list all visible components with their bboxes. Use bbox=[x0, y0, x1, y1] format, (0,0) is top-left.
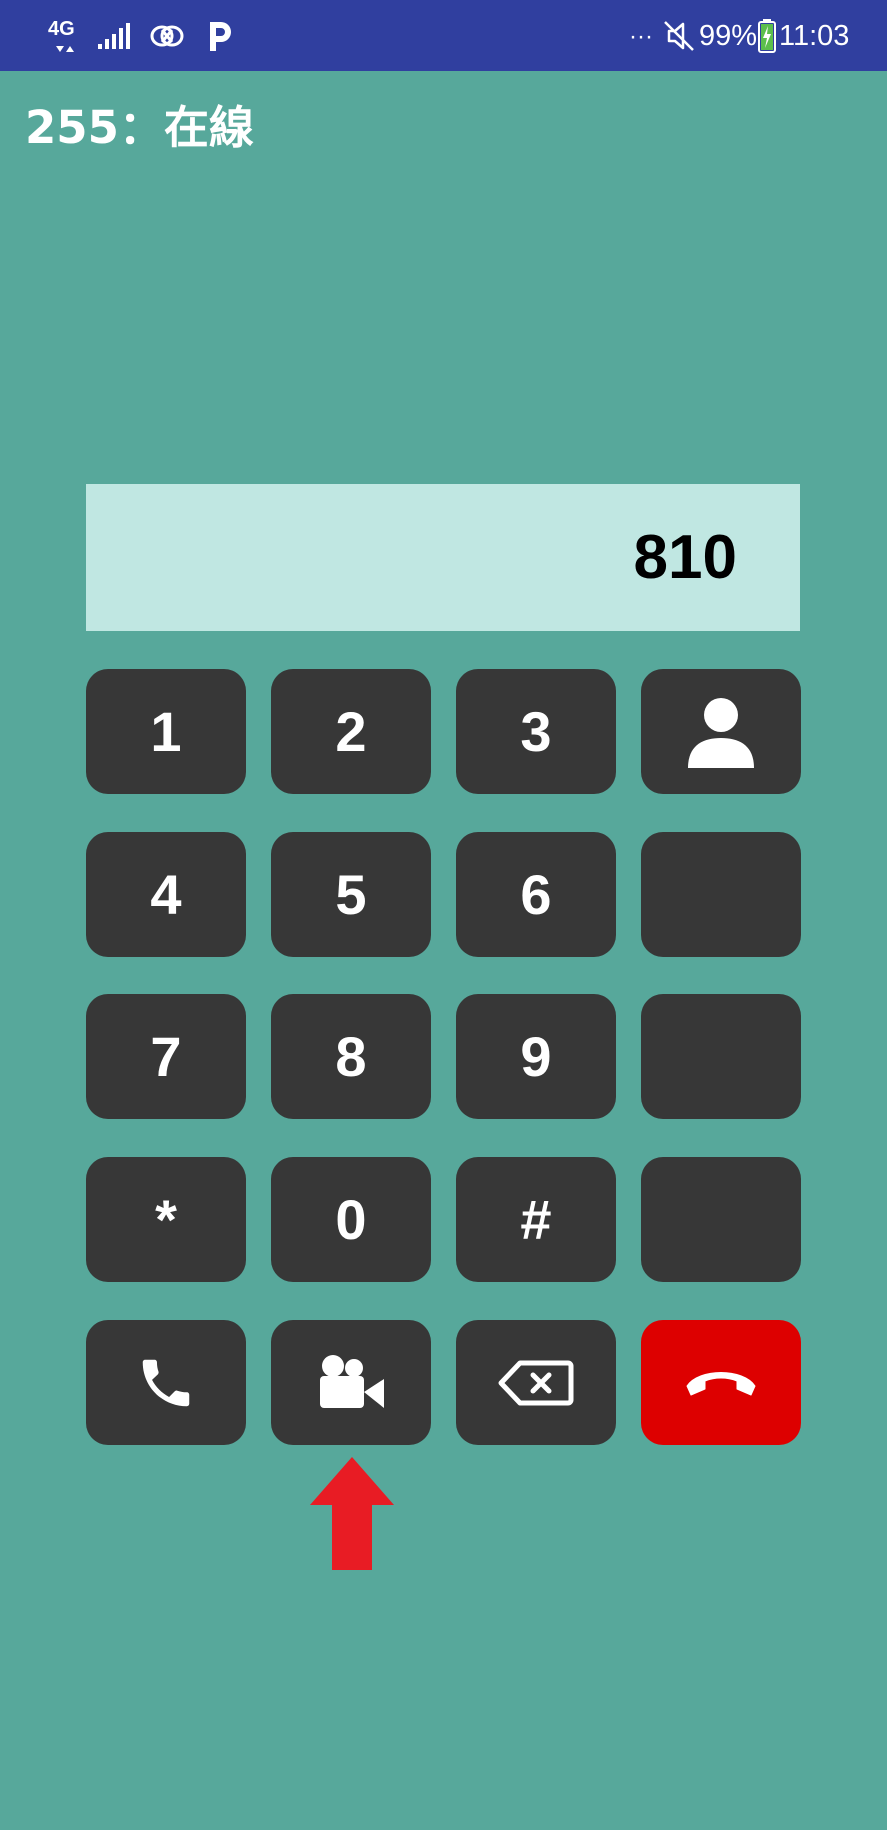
overflow-indicator: ··· bbox=[629, 23, 653, 50]
key-hash-label: # bbox=[520, 1188, 552, 1251]
key-8-label: 8 bbox=[335, 1025, 367, 1088]
hang-up-icon bbox=[686, 1371, 756, 1395]
key-8[interactable]: 8 bbox=[271, 994, 431, 1119]
key-2-label: 2 bbox=[335, 700, 367, 763]
battery-percent: 99% bbox=[699, 19, 758, 52]
sync-icon bbox=[150, 22, 184, 50]
key-1[interactable]: 1 bbox=[86, 669, 246, 794]
call-button[interactable] bbox=[86, 1320, 246, 1445]
key-2[interactable]: 2 bbox=[271, 669, 431, 794]
key-5[interactable]: 5 bbox=[271, 832, 431, 957]
status-bar: 4G ··· 99% 11:03 bbox=[0, 0, 887, 71]
key-4[interactable]: 4 bbox=[86, 832, 246, 957]
key-7[interactable]: 7 bbox=[86, 994, 246, 1119]
video-camera-icon bbox=[320, 1354, 384, 1408]
key-0-label: 0 bbox=[335, 1188, 367, 1251]
up-arrow-icon bbox=[310, 1457, 394, 1570]
video-call-button[interactable] bbox=[271, 1320, 431, 1445]
dialed-number: 810 bbox=[633, 523, 737, 592]
key-star[interactable]: * bbox=[86, 1157, 246, 1282]
mute-icon bbox=[661, 18, 697, 54]
parking-app-icon bbox=[206, 19, 236, 53]
key-0[interactable]: 0 bbox=[271, 1157, 431, 1282]
key-7-label: 7 bbox=[150, 1025, 182, 1088]
contacts-button[interactable] bbox=[641, 669, 801, 794]
key-4-label: 4 bbox=[150, 863, 182, 926]
backspace-icon bbox=[498, 1360, 574, 1405]
key-6-label: 6 bbox=[520, 863, 552, 926]
battery-charging-icon bbox=[757, 18, 777, 54]
clock: 11:03 bbox=[779, 19, 850, 52]
key-1-label: 1 bbox=[150, 700, 182, 763]
key-6[interactable]: 6 bbox=[456, 832, 616, 957]
key-9[interactable]: 9 bbox=[456, 994, 616, 1119]
network-4g-icon: 4G bbox=[44, 16, 78, 56]
key-3-label: 3 bbox=[520, 700, 552, 763]
number-display: 810 bbox=[86, 484, 800, 631]
blank-key-row4[interactable] bbox=[641, 1157, 801, 1282]
blank-key-row3[interactable] bbox=[641, 994, 801, 1119]
key-5-label: 5 bbox=[335, 863, 367, 926]
backspace-button[interactable] bbox=[456, 1320, 616, 1445]
key-star-label: * bbox=[155, 1188, 177, 1251]
person-icon bbox=[688, 697, 754, 768]
blank-key-row2[interactable] bbox=[641, 832, 801, 957]
key-9-label: 9 bbox=[520, 1025, 552, 1088]
signal-strength-icon bbox=[97, 22, 131, 50]
key-3[interactable]: 3 bbox=[456, 669, 616, 794]
phone-icon bbox=[142, 1359, 190, 1406]
app-title: 255：在線 bbox=[25, 101, 254, 154]
hang-up-button[interactable] bbox=[641, 1320, 801, 1445]
key-hash[interactable]: # bbox=[456, 1157, 616, 1282]
